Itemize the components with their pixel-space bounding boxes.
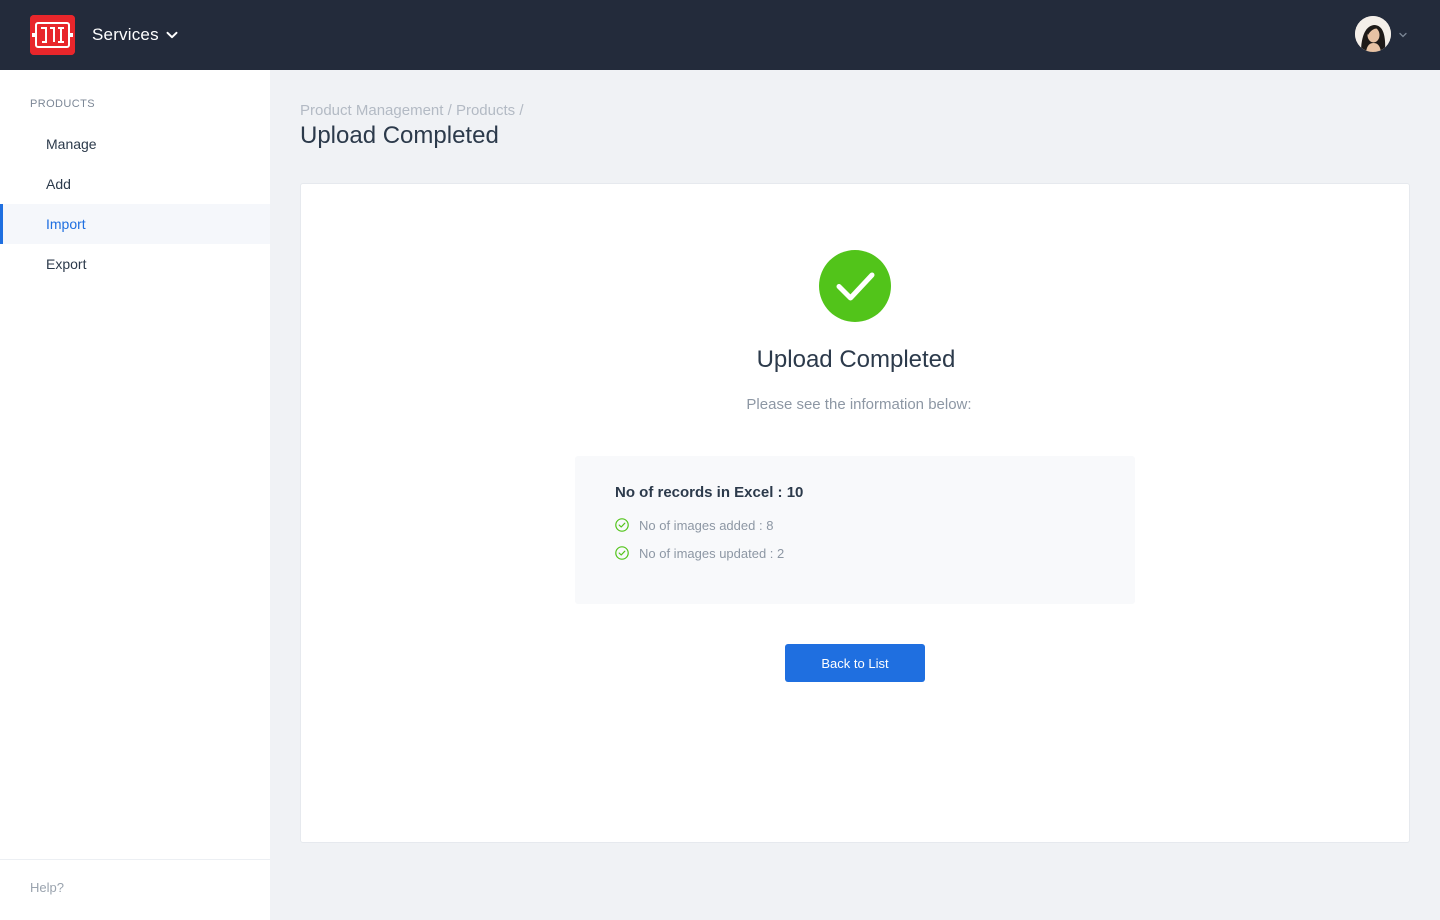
check-circle-icon	[615, 518, 629, 532]
images-updated-row: No of images updated : 2	[615, 545, 784, 561]
sidebar-item-export[interactable]: Export	[0, 244, 270, 284]
upload-result-card: Upload Completed Please see the informat…	[300, 183, 1410, 843]
breadcrumb: Product Management / Products /	[300, 102, 523, 119]
user-avatar[interactable]	[1355, 16, 1391, 52]
sidebar-section-title: PRODUCTS	[30, 98, 95, 110]
brand-logo[interactable]	[30, 15, 75, 55]
sidebar: PRODUCTS Manage Add Import Export Help?	[0, 70, 270, 920]
services-label: Services	[92, 25, 159, 44]
back-to-list-button[interactable]: Back to List	[785, 644, 925, 682]
sidebar-item-add[interactable]: Add	[0, 164, 270, 204]
help-link[interactable]: Help?	[30, 880, 64, 895]
result-subtitle: Please see the information below:	[746, 396, 972, 413]
sidebar-divider	[0, 859, 270, 860]
check-circle-icon	[615, 546, 629, 560]
breadcrumb-separator: /	[447, 102, 452, 119]
upload-summary: No of records in Excel : 10 No of images…	[575, 456, 1135, 604]
images-added-row: No of images added : 8	[615, 517, 773, 533]
chevron-down-icon	[166, 31, 178, 39]
success-check-icon	[819, 250, 891, 322]
sidebar-item-import[interactable]: Import	[0, 204, 270, 244]
page-title: Upload Completed	[300, 122, 499, 149]
images-added-text: No of images added : 8	[639, 517, 774, 533]
breadcrumb-product-management[interactable]: Product Management	[300, 102, 443, 119]
chevron-down-icon[interactable]	[1398, 30, 1408, 40]
services-menu[interactable]: Services	[92, 22, 179, 48]
breadcrumb-products[interactable]: Products	[456, 102, 515, 119]
breadcrumb-separator: /	[519, 102, 524, 119]
records-count: No of records in Excel : 10	[615, 484, 804, 501]
result-title: Upload Completed	[756, 346, 956, 373]
top-navbar: Services	[0, 0, 1440, 70]
images-updated-text: No of images updated : 2	[639, 545, 785, 561]
sidebar-item-manage[interactable]: Manage	[0, 124, 270, 164]
